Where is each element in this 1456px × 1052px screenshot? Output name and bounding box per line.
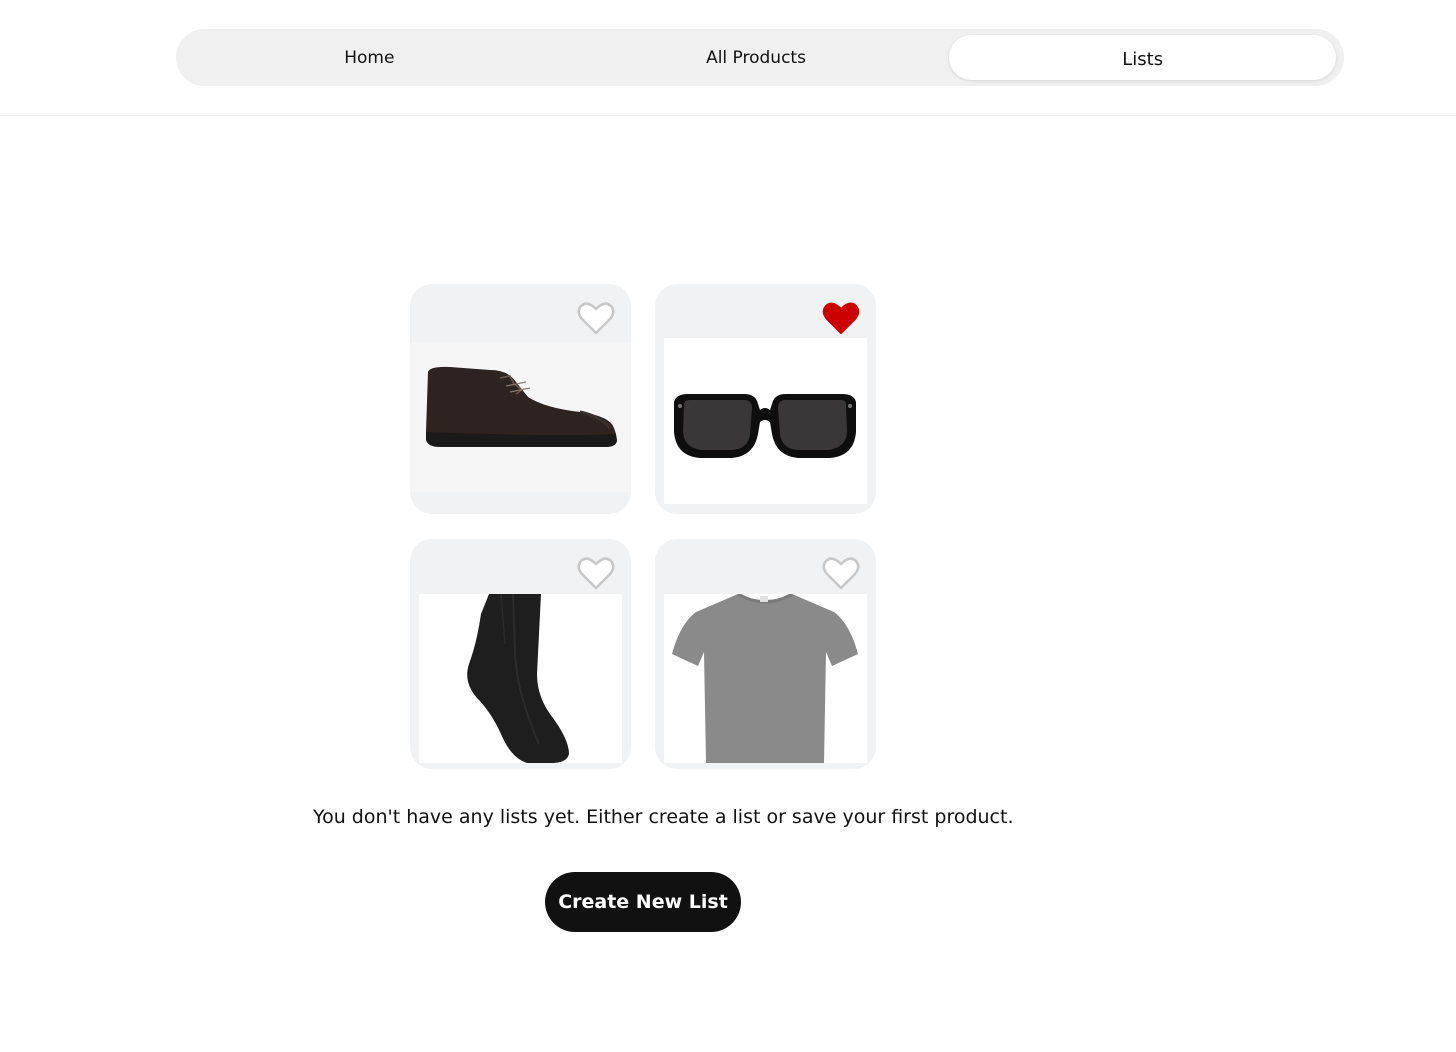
heart-outline-icon[interactable] <box>577 555 615 591</box>
tab-all-products[interactable]: All Products <box>563 29 950 86</box>
create-new-list-button[interactable]: Create New List <box>545 872 741 932</box>
tab-home[interactable]: Home <box>176 29 563 86</box>
header: Home All Products Lists <box>0 0 1456 116</box>
sunglasses-image <box>664 338 867 504</box>
product-card[interactable] <box>410 539 631 769</box>
chukka-boot-image <box>410 342 631 492</box>
product-card[interactable] <box>410 284 631 514</box>
nav-tabs: Home All Products Lists <box>176 29 1344 86</box>
product-grid <box>410 284 876 769</box>
empty-state-message: You don't have any lists yet. Either cre… <box>313 806 1014 828</box>
tab-lists[interactable]: Lists <box>949 35 1337 80</box>
heart-outline-icon[interactable] <box>577 300 615 336</box>
product-card[interactable] <box>655 539 876 769</box>
heart-outline-icon[interactable] <box>822 555 860 591</box>
lists-page: Home All Products Lists You don't have a… <box>0 0 1456 1052</box>
heart-filled-icon[interactable] <box>822 300 860 336</box>
product-card[interactable] <box>655 284 876 514</box>
black-sock-image <box>419 594 622 763</box>
grey-tshirt-image <box>664 594 867 763</box>
